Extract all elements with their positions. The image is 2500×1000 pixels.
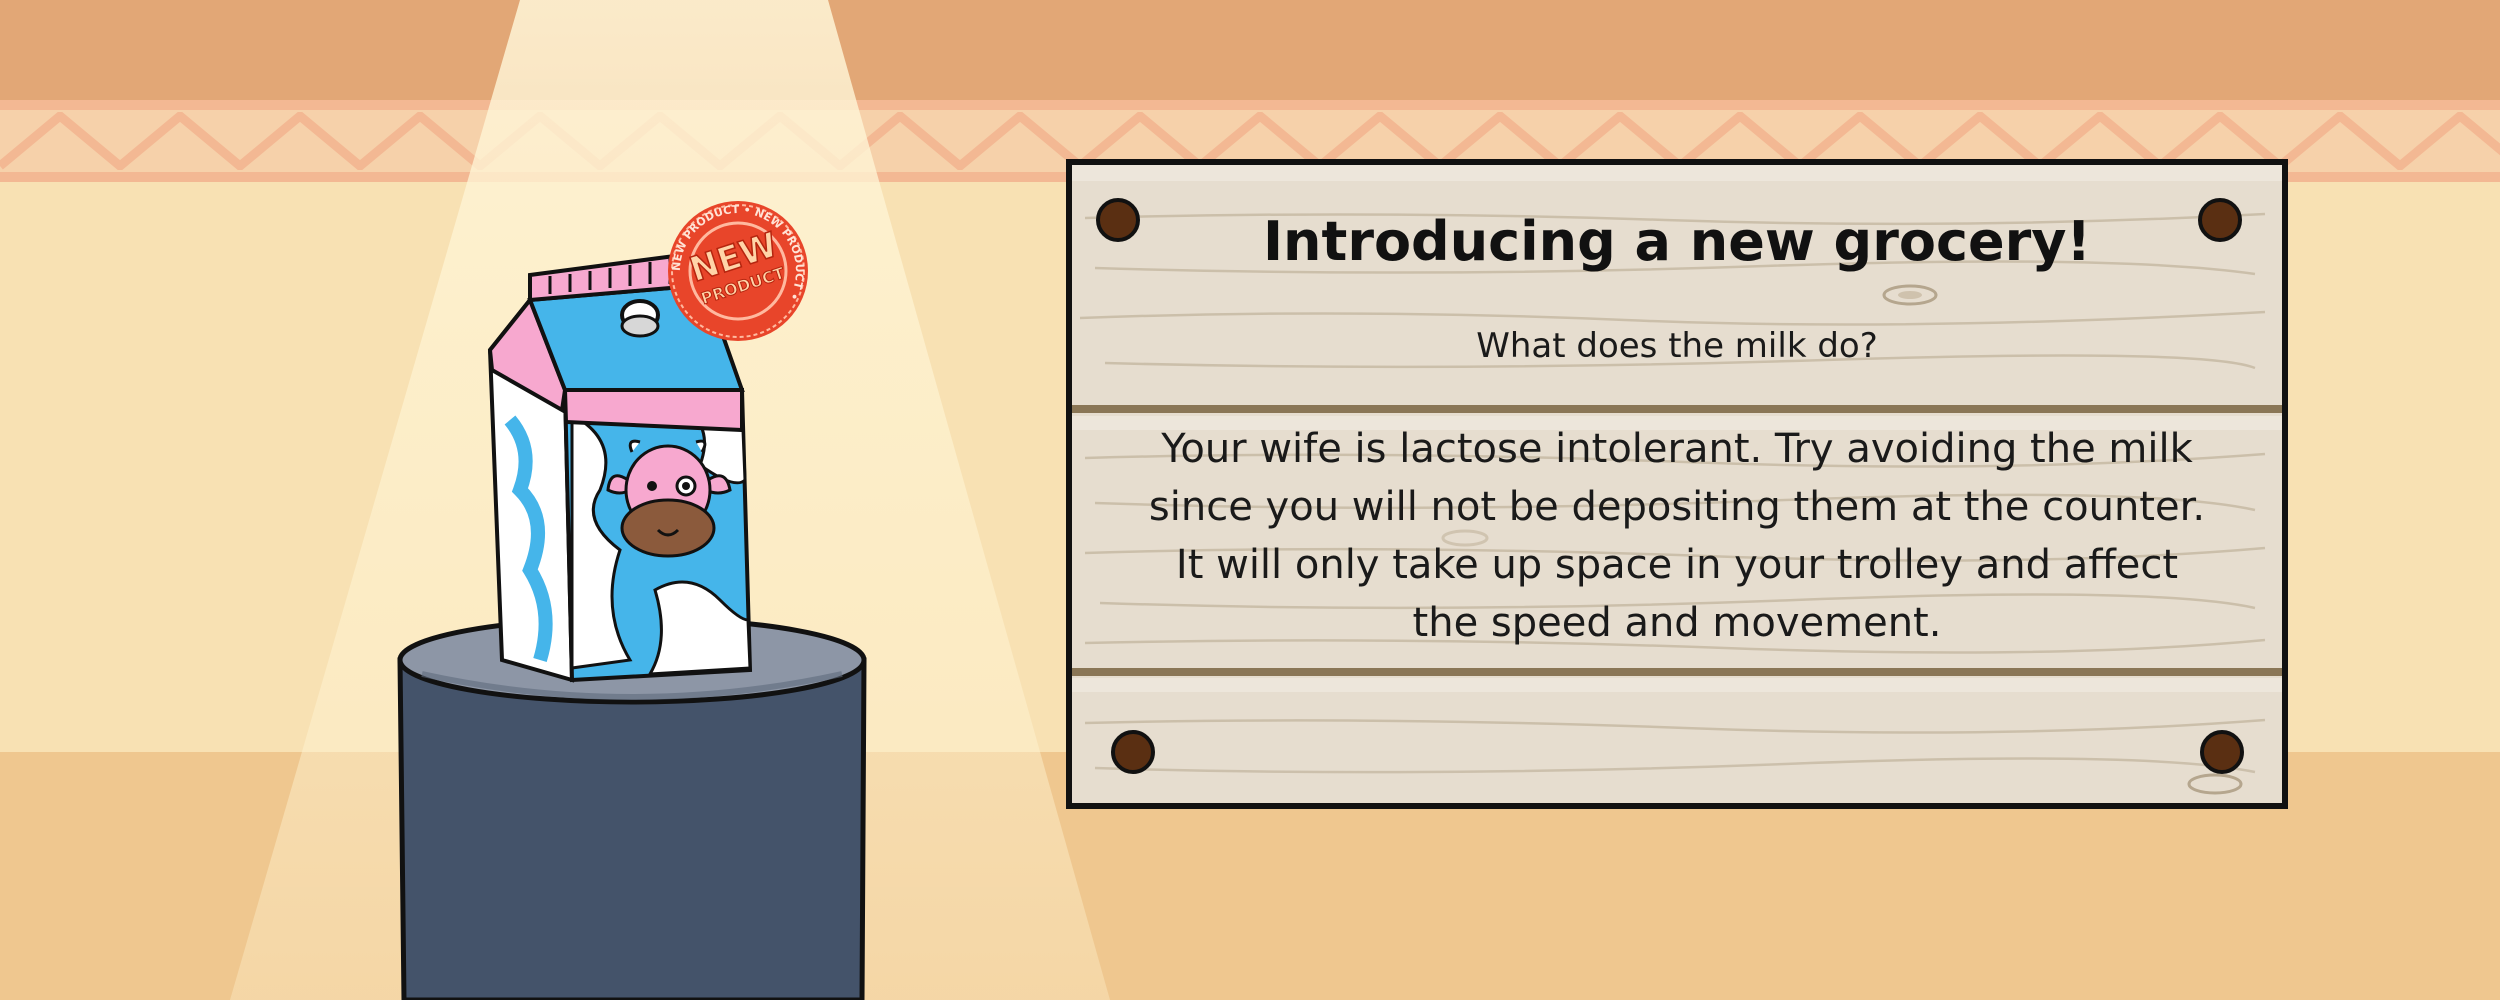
- nail-icon: [2200, 730, 2244, 774]
- game-scene: NEW PRODUCT • NEW PRODUCT • NEW PRODUCT: [0, 0, 2500, 1000]
- sign-subtitle: What does the milk do?: [1476, 326, 1878, 366]
- ceiling-band: [0, 0, 2500, 100]
- info-sign: Introducing a new grocery! What does the…: [1065, 158, 2289, 810]
- nail-icon: [1111, 730, 1155, 774]
- sign-description: Your wife is lactose intolerant. Try avo…: [1148, 426, 2206, 646]
- sign-title: Introducing a new grocery!: [1262, 210, 2092, 273]
- new-product-stamp-icon: NEW PRODUCT • NEW PRODUCT • NEW PRODUCT: [668, 201, 808, 341]
